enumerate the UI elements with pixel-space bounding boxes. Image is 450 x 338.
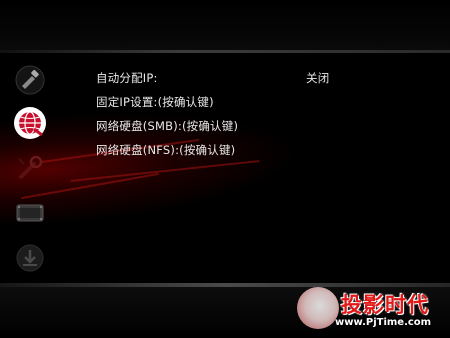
menu-item-label: 固定IP设置:(按确认键) — [96, 95, 214, 109]
wrench-icon[interactable] — [12, 150, 48, 186]
watermark-logo: 投影时代 www.PjTime.com — [295, 285, 447, 335]
network-settings-menu: 自动分配IP: 关闭 固定IP设置:(按确认键) 网络硬盘(SMB):(按确认键… — [96, 70, 396, 166]
watermark-url: www.PjTime.com — [335, 317, 432, 328]
watermark-title: 投影时代 — [341, 293, 429, 317]
menu-item-smb[interactable]: 网络硬盘(SMB):(按确认键) — [96, 118, 396, 142]
sidebar — [12, 62, 52, 277]
menu-item-nfs[interactable]: 网络硬盘(NFS):(按确认键) — [96, 142, 396, 166]
menu-item-label: 自动分配IP: — [96, 71, 158, 85]
tools-icon[interactable] — [12, 62, 48, 98]
network-globe-icon[interactable] — [12, 105, 48, 141]
menu-item-label: 网络硬盘(SMB):(按确认键) — [96, 119, 239, 133]
menu-item-value: 关闭 — [306, 71, 330, 85]
menu-item-auto-ip[interactable]: 自动分配IP: 关闭 — [96, 70, 396, 94]
watermark-emblem-icon — [297, 287, 339, 329]
top-frame — [0, 0, 450, 50]
film-icon[interactable] — [12, 195, 48, 231]
download-icon[interactable] — [12, 240, 48, 276]
menu-item-label: 网络硬盘(NFS):(按确认键) — [96, 143, 236, 157]
top-divider — [0, 50, 450, 53]
menu-item-static-ip[interactable]: 固定IP设置:(按确认键) — [96, 94, 396, 118]
